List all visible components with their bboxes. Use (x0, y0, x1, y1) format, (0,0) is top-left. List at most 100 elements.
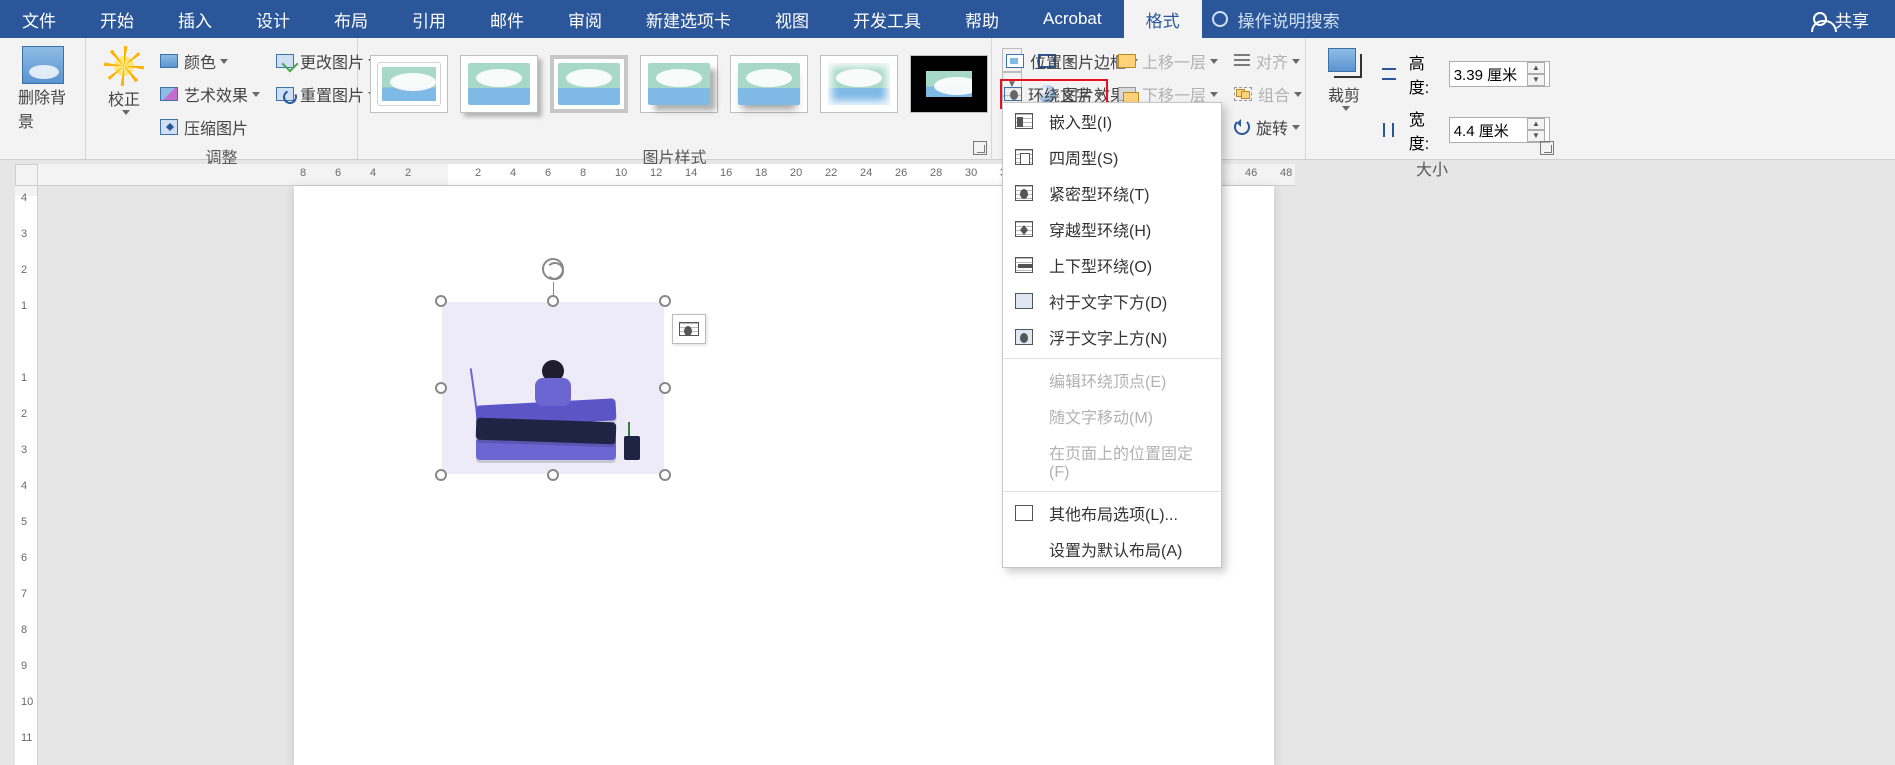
rotate-button[interactable]: 旋转 (1228, 112, 1308, 142)
style-thumb-3[interactable] (550, 55, 628, 113)
tab-view[interactable]: 视图 (753, 0, 831, 38)
resize-handle-bl[interactable] (435, 469, 447, 481)
wrap-through-icon (1015, 221, 1033, 237)
resize-handle-ml[interactable] (435, 382, 447, 394)
crop-button[interactable]: 裁剪 (1314, 42, 1374, 115)
size-dialog-launcher[interactable] (1540, 141, 1554, 155)
wrap-inline[interactable]: 嵌入型(I) (1003, 103, 1221, 139)
position-button[interactable]: 位置 (1000, 46, 1108, 76)
style-thumb-6[interactable] (820, 55, 898, 113)
person-icon (1813, 12, 1827, 26)
tell-me-placeholder: 操作说明搜索 (1238, 7, 1340, 32)
picture-content (442, 302, 664, 474)
more-layout-icon (1015, 505, 1033, 521)
reset-icon (276, 87, 294, 101)
ribbon: 删除背景 校正 颜色 艺术效果 压缩图片 更改图片 重置图片 调整 (0, 38, 1895, 160)
wrap-through[interactable]: 穿越型环绕(H) (1003, 211, 1221, 247)
sun-icon (104, 46, 144, 86)
tab-acrobat[interactable]: Acrobat (1021, 0, 1124, 38)
chevron-down-icon (1066, 59, 1074, 64)
rotate-icon (1234, 119, 1250, 135)
wrap-front-icon (1015, 329, 1033, 345)
more-layout-options[interactable]: 其他布局选项(L)... (1003, 495, 1221, 531)
resize-handle-bc[interactable] (547, 469, 559, 481)
rotation-handle[interactable] (542, 258, 564, 280)
resize-handle-br[interactable] (659, 469, 671, 481)
style-thumb-4[interactable] (640, 55, 718, 113)
change-picture-icon (276, 54, 294, 68)
fix-on-page-icon (1015, 453, 1033, 469)
layout-options-button[interactable] (672, 314, 706, 344)
group-button: 组合 (1228, 79, 1308, 109)
tab-file[interactable]: 文件 (0, 0, 78, 38)
move-with-text: 随文字移动(M) (1003, 398, 1221, 434)
chevron-down-icon (122, 110, 130, 115)
compress-button[interactable]: 压缩图片 (154, 112, 266, 142)
ribbon-tabs: 文件 开始 插入 设计 布局 引用 邮件 审阅 新建选项卡 视图 开发工具 帮助… (0, 0, 1895, 38)
width-input[interactable]: 4.4 厘米▲▼ (1449, 117, 1550, 143)
chevron-down-icon (1292, 125, 1300, 130)
height-label: 高度: (1409, 50, 1443, 98)
style-thumb-2[interactable] (460, 55, 538, 113)
resize-handle-tr[interactable] (659, 295, 671, 307)
height-input[interactable]: 3.39 厘米▲▼ (1449, 61, 1550, 87)
wrap-tight[interactable]: 紧密型环绕(T) (1003, 175, 1221, 211)
group-label-size: 大小 (1314, 154, 1550, 184)
tab-developer[interactable]: 开发工具 (831, 0, 943, 38)
height-spin-up[interactable]: ▲ (1527, 62, 1545, 74)
style-thumb-7[interactable] (910, 55, 988, 113)
chevron-down-icon (220, 59, 228, 64)
wrap-topbottom-icon (1015, 257, 1033, 273)
share-button[interactable]: 共享 (1787, 0, 1895, 38)
group-icon (1234, 87, 1252, 101)
vertical-ruler[interactable]: 43211234567891011 (15, 186, 38, 765)
wrap-front[interactable]: 浮于文字上方(N) (1003, 319, 1221, 355)
align-icon (1234, 54, 1250, 68)
width-spin-up[interactable]: ▲ (1527, 118, 1545, 130)
width-icon (1380, 121, 1397, 139)
chevron-down-icon (252, 92, 260, 97)
ruler-corner (15, 164, 38, 186)
artistic-effects-button[interactable]: 艺术效果 (154, 79, 266, 109)
set-default-icon (1015, 541, 1033, 557)
tab-review[interactable]: 审阅 (546, 0, 624, 38)
wrap-topbottom[interactable]: 上下型环绕(O) (1003, 247, 1221, 283)
styles-dialog-launcher[interactable] (973, 141, 987, 155)
style-thumb-1[interactable] (370, 55, 448, 113)
tab-mailings[interactable]: 邮件 (468, 0, 546, 38)
corrections-button[interactable]: 校正 (94, 42, 154, 119)
edit-points-icon (1015, 372, 1033, 388)
chevron-down-icon (1294, 92, 1302, 97)
selected-picture[interactable] (442, 302, 664, 474)
set-default-layout[interactable]: 设置为默认布局(A) (1003, 531, 1221, 567)
color-button[interactable]: 颜色 (154, 46, 266, 76)
tab-newtab[interactable]: 新建选项卡 (624, 0, 753, 38)
chevron-down-icon (1210, 59, 1218, 64)
tell-me-search[interactable]: 操作说明搜索 (1212, 0, 1787, 38)
wrap-square[interactable]: 四周型(S) (1003, 139, 1221, 175)
resize-handle-mr[interactable] (659, 382, 671, 394)
tab-references[interactable]: 引用 (390, 0, 468, 38)
tab-design[interactable]: 设计 (234, 0, 312, 38)
move-with-text-icon (1015, 408, 1033, 424)
tab-layout[interactable]: 布局 (312, 0, 390, 38)
chevron-down-icon (1342, 106, 1350, 111)
send-backward-icon (1118, 87, 1136, 101)
wrap-square-icon (1015, 149, 1033, 165)
resize-handle-tl[interactable] (435, 295, 447, 307)
align-button: 对齐 (1228, 46, 1308, 76)
tab-home[interactable]: 开始 (78, 0, 156, 38)
wrap-text-icon (1004, 87, 1022, 101)
tab-insert[interactable]: 插入 (156, 0, 234, 38)
remove-background-button[interactable]: 删除背景 (8, 42, 77, 136)
wrap-behind[interactable]: 衬于文字下方(D) (1003, 283, 1221, 319)
crop-icon (1324, 46, 1364, 82)
style-thumb-5[interactable] (730, 55, 808, 113)
tab-help[interactable]: 帮助 (943, 0, 1021, 38)
tab-format[interactable]: 格式 (1124, 0, 1202, 38)
height-icon (1380, 65, 1397, 83)
height-spin-down[interactable]: ▼ (1527, 74, 1545, 86)
resize-handle-tc[interactable] (547, 295, 559, 307)
chevron-down-icon (1292, 59, 1300, 64)
width-label: 宽度: (1409, 106, 1443, 154)
